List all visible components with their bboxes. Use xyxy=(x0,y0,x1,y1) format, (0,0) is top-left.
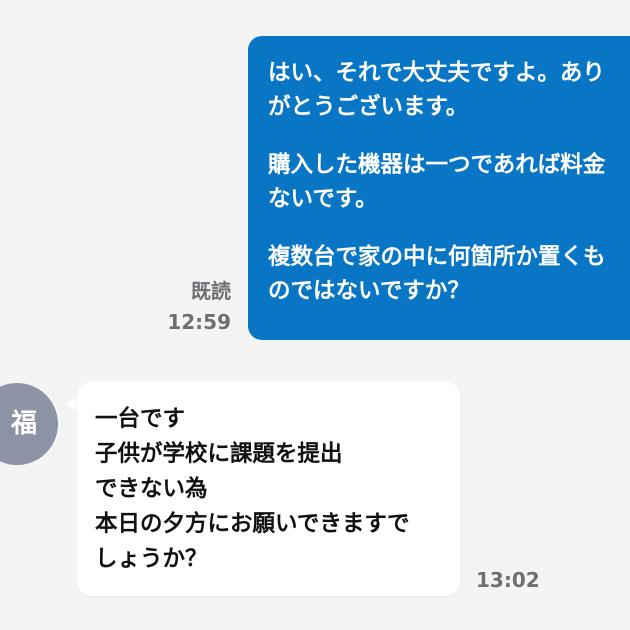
incoming-message-text: 一台です 子供が学校に課題を提出 できない為 本日の夕方にお願いできますで しょ… xyxy=(95,406,410,572)
outgoing-message-paragraph: はい、それで大丈夫ですよ。ありがとうございます。 xyxy=(268,60,605,120)
avatar-initial: 福 xyxy=(10,409,37,439)
incoming-message-bubble[interactable]: 一台です 子供が学校に課題を提出 できない為 本日の夕方にお願いできますで しょ… xyxy=(77,382,460,596)
incoming-message-time: 13:02 xyxy=(476,568,540,592)
read-receipt: 既読 xyxy=(191,279,231,303)
outgoing-message-bubble[interactable]: はい、それで大丈夫ですよ。ありがとうございます。 購入した機器は一つであれば料金… xyxy=(248,36,630,340)
outgoing-message-paragraph: 購入した機器は一つであれば料金ないです。 xyxy=(268,152,606,212)
contact-avatar[interactable]: 福 xyxy=(0,383,58,465)
outgoing-message-time: 12:59 xyxy=(167,310,231,334)
outgoing-message-meta: 既読 12:59 xyxy=(150,275,231,337)
outgoing-message-paragraph: 複数台で家の中に何箇所か置くものではないですか？ xyxy=(268,244,606,304)
